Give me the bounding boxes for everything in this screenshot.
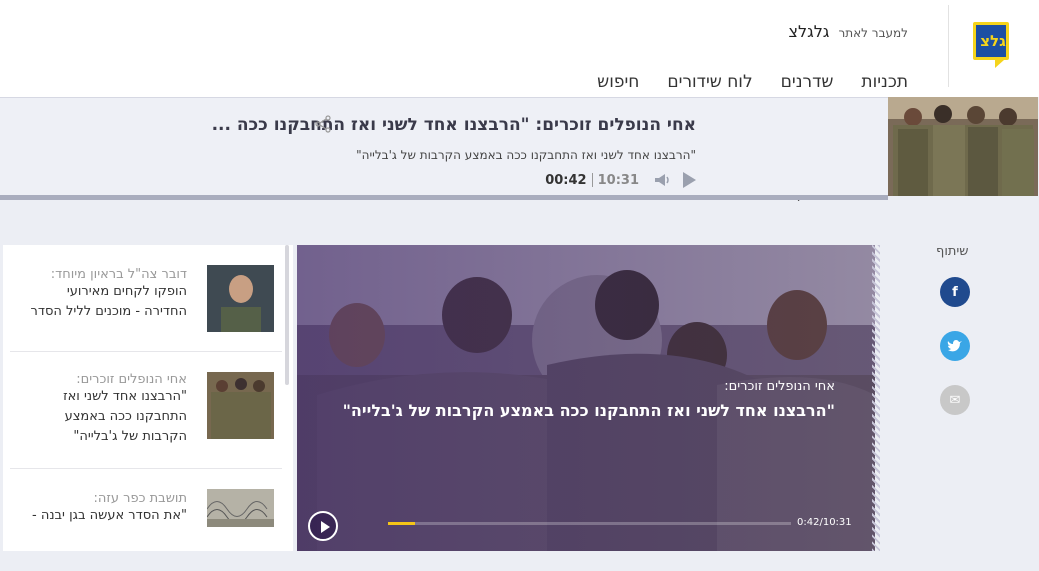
- soldiers-thumb-image: [207, 372, 274, 439]
- site-link-glglz[interactable]: למעבר לאתר גלגלצ: [789, 22, 908, 41]
- playlist-item[interactable]: תושבת כפר עזה: "את הסדר אעשה בגן יבנה -: [10, 469, 282, 551]
- play-icon[interactable]: [683, 172, 696, 188]
- playlist-scrollbar[interactable]: [285, 245, 289, 385]
- playlist-thumbnail: [207, 372, 274, 439]
- nav-search[interactable]: חיפוש: [597, 72, 639, 92]
- playlist-item-line: הופקו לקחים מאירועי: [66, 284, 187, 299]
- facebook-icon: f: [952, 284, 958, 300]
- nav-programs[interactable]: תכניות: [861, 72, 908, 92]
- video-title: "הרבצנו אחד לשני ואז התחבקנו ככה באמצע ה…: [342, 401, 835, 420]
- nav-schedule[interactable]: לוח שידורים: [667, 72, 752, 92]
- soldiers-image: [888, 97, 1038, 196]
- spokesman-image: [207, 265, 274, 332]
- video-kicker: אחי הנופלים זוכרים:: [724, 379, 835, 394]
- site-link-prefix: למעבר לאתר: [838, 26, 908, 40]
- twitter-share-button[interactable]: [940, 331, 970, 361]
- now-playing-title[interactable]: אחי הנופלים זוכרים: "הרבצנו אחד לשני ואז…: [212, 115, 696, 135]
- twitter-icon: [947, 340, 962, 352]
- playlist-item-line: "את הסדר אעשה בגן יבנה -: [32, 508, 187, 523]
- playlist-item-text: אחי הנופלים זוכרים: "הרבצנו אחד לשני ואז…: [17, 372, 187, 447]
- facebook-share-button[interactable]: f: [940, 277, 970, 307]
- now-playing-controls: 10:31 00:42: [545, 171, 696, 189]
- logo-box: גלצ: [973, 22, 1009, 60]
- video-playlist: דובר צה"ל בראיון מיוחד: הופקו לקחים מאיר…: [3, 245, 293, 551]
- duration-text: 10:31: [597, 172, 639, 188]
- share-label: שיתוף: [936, 244, 969, 259]
- playlist-item-line: "הרבצנו אחד לשני ואז: [63, 389, 187, 404]
- playlist-thumbnail: [207, 489, 274, 527]
- playlist-thumbnail: [207, 265, 274, 332]
- playlist-item-text: דובר צה"ל בראיון מיוחד: הופקו לקחים מאיר…: [17, 267, 187, 322]
- now-playing-card: אחי הנופלים זוכרים: "הרבצנו אחד לשני ואז…: [0, 97, 888, 196]
- playlist-item-kicker: דובר צה"ל בראיון מיוחד:: [50, 267, 187, 282]
- now-playing-shadow: [0, 195, 888, 200]
- galatz-logo[interactable]: גלצ: [973, 22, 1013, 68]
- playlist-item-text: תושבת כפר עזה: "את הסדר אעשה בגן יבנה -: [17, 491, 187, 526]
- mail-icon: ✉: [949, 392, 961, 408]
- main-nav: תכניות שדרנים לוח שידורים חיפוש: [569, 72, 908, 92]
- logo-text: גלצ: [980, 32, 1006, 50]
- video-play-button[interactable]: [308, 511, 338, 541]
- playlist-item-line: החדירה - מוכנים לליל הסדר: [30, 304, 187, 319]
- now-playing-bar: אחי הנופלים זוכרים: "הרבצנו אחד לשני ואז…: [0, 97, 1039, 201]
- playlist-item-kicker: תושבת כפר עזה:: [93, 491, 187, 506]
- nav-presenters[interactable]: שדרנים: [781, 72, 834, 92]
- playlist-item-line: התחבקנו ככה באמצע: [64, 409, 187, 424]
- video-progress-track[interactable]: [388, 522, 791, 525]
- video-decorative-stripe: [872, 245, 880, 551]
- video-time: 0:42/10:31: [797, 517, 852, 528]
- video-player[interactable]: אחי הנופלים זוכרים: "הרבצנו אחד לשני ואז…: [297, 245, 875, 551]
- video-progress-fill: [388, 522, 415, 525]
- now-playing-thumbnail[interactable]: [888, 97, 1038, 196]
- playlist-item-line: הקרבות של ג'בלייה": [73, 429, 187, 444]
- video-overlay: [297, 245, 875, 551]
- email-share-button[interactable]: ✉: [940, 385, 970, 415]
- header-divider: [948, 5, 949, 87]
- volume-icon[interactable]: [651, 171, 671, 189]
- site-header: גלצ למעבר לאתר גלגלצ תכניות שדרנים לוח ש…: [0, 0, 1039, 97]
- elapsed-text: 00:42: [545, 172, 587, 188]
- time-separator: [591, 173, 593, 187]
- now-playing-subtitle: "הרבצנו אחד לשני ואז התחבקנו ככה באמצע ה…: [356, 148, 696, 162]
- fence-image: [207, 489, 274, 527]
- playlist-item[interactable]: אחי הנופלים זוכרים: "הרבצנו אחד לשני ואז…: [10, 352, 282, 469]
- share-icon[interactable]: [314, 115, 332, 133]
- playlist-item-kicker: אחי הנופלים זוכרים:: [76, 372, 187, 387]
- playlist-item[interactable]: דובר צה"ל בראיון מיוחד: הופקו לקחים מאיר…: [10, 253, 282, 352]
- logo-tail: [995, 60, 1004, 68]
- site-link-name: גלגלצ: [788, 22, 830, 41]
